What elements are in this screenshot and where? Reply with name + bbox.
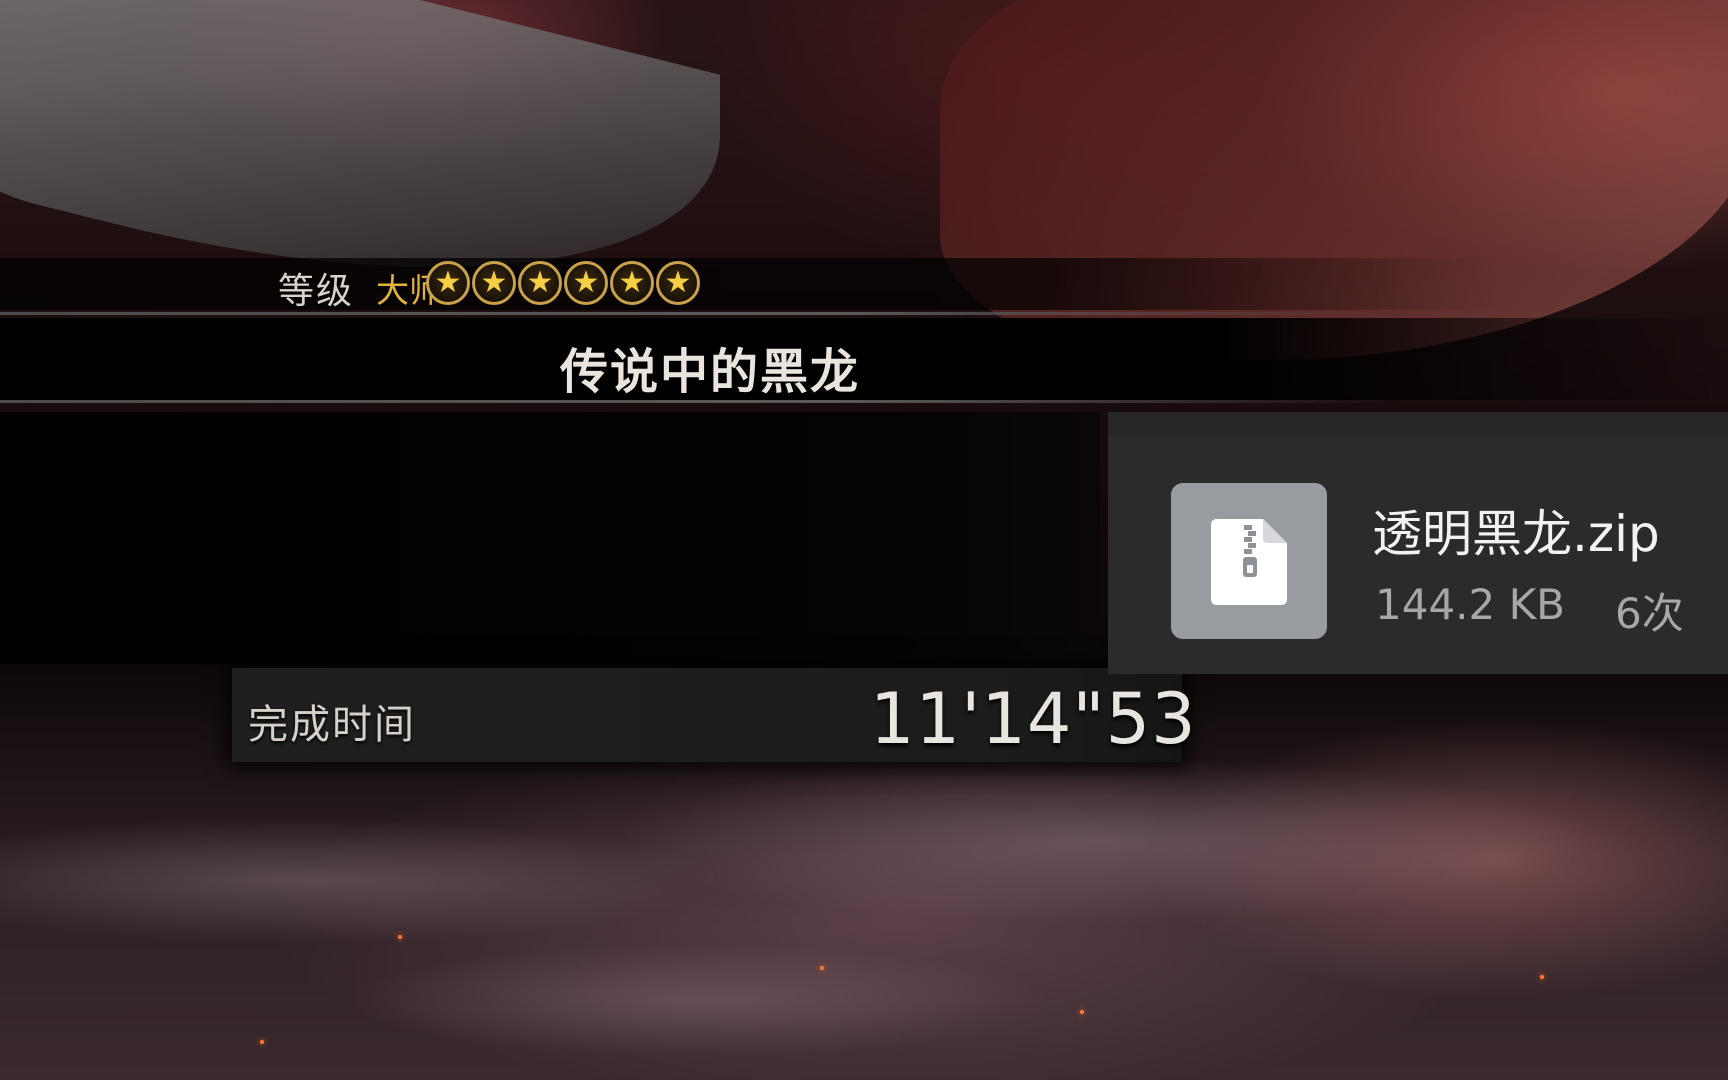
star-icon: ★	[564, 261, 608, 305]
divider-bottom	[0, 400, 1400, 403]
ember-particle	[260, 1040, 264, 1044]
ember-particle	[1540, 975, 1544, 979]
star-icon: ★	[472, 261, 516, 305]
file-size: 144.2 KB	[1375, 580, 1565, 629]
result-panel	[0, 412, 1100, 664]
ember-particle	[398, 935, 402, 939]
ember-particle	[820, 966, 824, 970]
rank-label: 等级	[278, 271, 355, 312]
download-count: 6次	[1615, 589, 1684, 638]
star-icon: ★	[518, 261, 562, 305]
screen: 等级 大师 ★ ★ ★ ★ ★ ★ 传说中的黑龙 完成时间 11'14"53 透…	[0, 0, 1728, 1080]
quest-title: 传说中的黑龙	[559, 344, 860, 400]
star-icon: ★	[656, 261, 700, 305]
rank-bar	[0, 258, 1500, 310]
star-icon: ★	[610, 261, 654, 305]
ember-particle	[1080, 1010, 1084, 1014]
file-name[interactable]: 透明黑龙.zip	[1372, 494, 1660, 566]
completion-time-label: 完成时间	[248, 702, 416, 748]
rank-stars: ★ ★ ★ ★ ★ ★	[426, 261, 700, 305]
star-icon: ★	[426, 261, 470, 305]
background-mist	[0, 760, 1728, 1080]
completion-time-value: 11'14"53	[870, 678, 1197, 760]
divider-top	[0, 312, 1400, 315]
zip-file-icon	[1171, 483, 1327, 639]
